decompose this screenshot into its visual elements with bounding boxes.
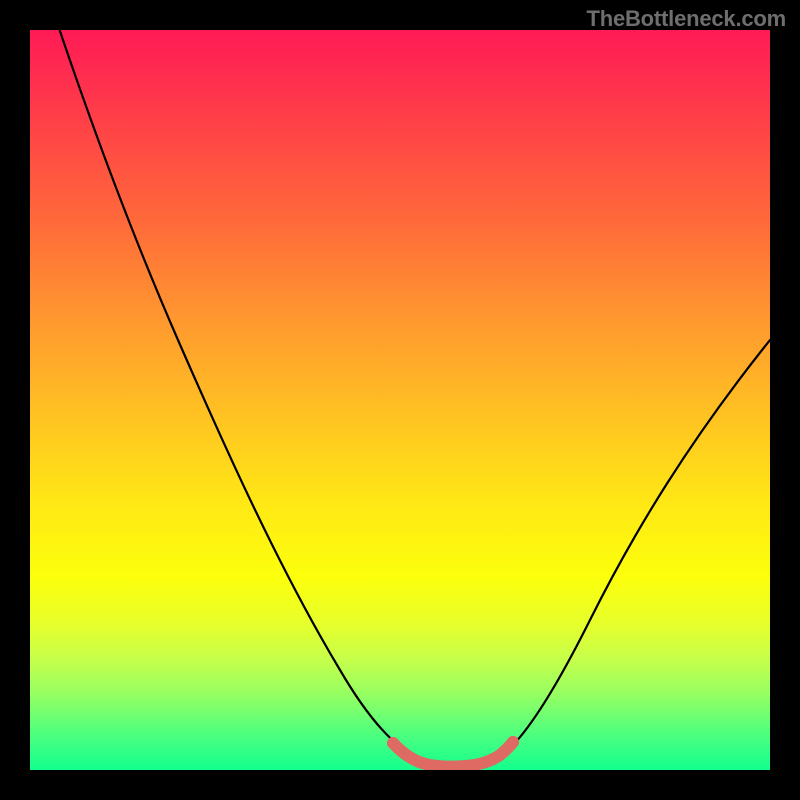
plot-area [30, 30, 770, 770]
highlight-end-left [387, 737, 399, 749]
watermark-text: TheBottleneck.com [586, 6, 786, 32]
highlight-end-right [507, 736, 519, 748]
bottleneck-curve [60, 30, 770, 767]
chart-stage: TheBottleneck.com [0, 0, 800, 800]
flat-bottom-highlight [393, 742, 513, 767]
chart-svg [30, 30, 770, 770]
